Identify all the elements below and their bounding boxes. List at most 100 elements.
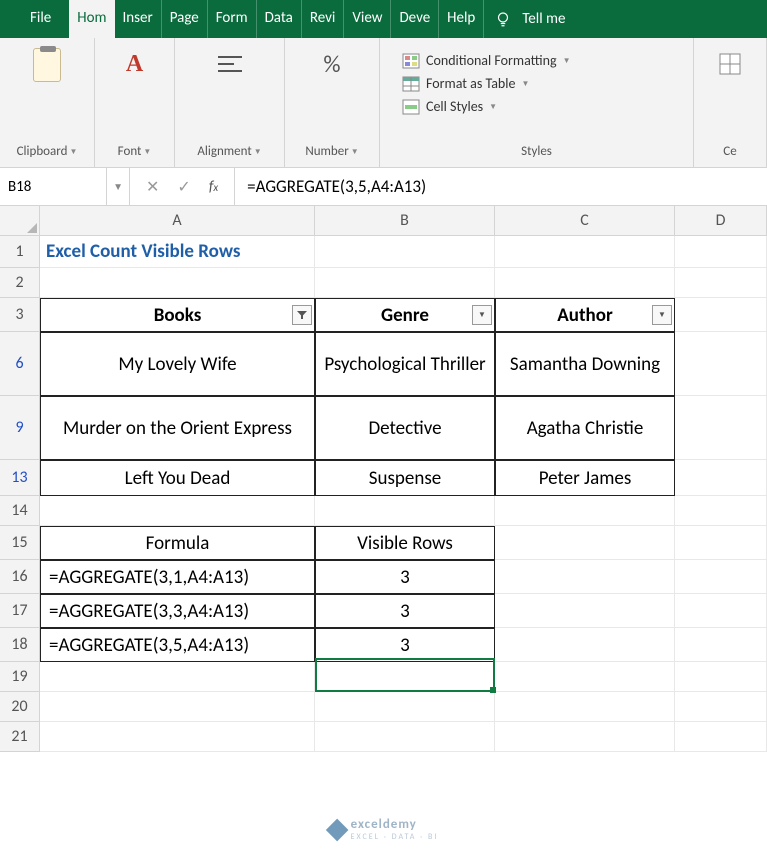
- cell[interactable]: [40, 268, 315, 298]
- chevron-down-icon[interactable]: ▼: [106, 168, 123, 205]
- column-header-a[interactable]: A: [40, 206, 315, 236]
- row-header[interactable]: 18: [0, 628, 40, 662]
- column-header-b[interactable]: B: [315, 206, 495, 236]
- row-header[interactable]: 19: [0, 662, 40, 692]
- cell-author[interactable]: Peter James: [495, 460, 675, 496]
- cell[interactable]: [495, 496, 675, 526]
- cell[interactable]: [315, 236, 495, 268]
- cell-styles-button[interactable]: Cell Styles▼: [398, 96, 675, 117]
- tell-me[interactable]: Tell me: [494, 0, 565, 38]
- cell[interactable]: [675, 560, 767, 594]
- tab-review[interactable]: Revi: [302, 0, 345, 38]
- cell-formula[interactable]: =AGGREGATE(3,1,A4:A13): [40, 560, 315, 594]
- cell[interactable]: [675, 662, 767, 692]
- formula-input[interactable]: =AGGREGATE(3,5,A4:A13): [235, 168, 767, 205]
- tab-insert[interactable]: Inser: [115, 0, 162, 38]
- cell-formula[interactable]: =AGGREGATE(3,3,A4:A13): [40, 594, 315, 628]
- tab-help[interactable]: Help: [439, 0, 484, 38]
- cancel-icon[interactable]: ✕: [146, 177, 159, 197]
- row-header[interactable]: 13: [0, 460, 40, 496]
- column-header-c[interactable]: C: [495, 206, 675, 236]
- cell-result[interactable]: 3: [315, 628, 495, 662]
- tab-data[interactable]: Data: [257, 0, 302, 38]
- row-header[interactable]: 15: [0, 526, 40, 560]
- row-header[interactable]: 1: [0, 236, 40, 268]
- cell-author[interactable]: Samantha Downing: [495, 332, 675, 396]
- tab-formulas[interactable]: Form: [208, 0, 257, 38]
- cell[interactable]: [40, 662, 315, 692]
- cell[interactable]: [315, 496, 495, 526]
- enter-icon[interactable]: ✓: [177, 177, 190, 197]
- row-header[interactable]: 21: [0, 722, 40, 752]
- conditional-formatting-button[interactable]: Conditional Formatting▼: [398, 50, 675, 71]
- cell[interactable]: [495, 594, 675, 628]
- fx-icon[interactable]: fx: [209, 178, 218, 196]
- name-box[interactable]: B18 ▼: [0, 168, 130, 205]
- cell-genre[interactable]: Psychological Thriller: [315, 332, 495, 396]
- cell[interactable]: [40, 722, 315, 752]
- number-icon[interactable]: %: [316, 48, 348, 80]
- cell[interactable]: [675, 496, 767, 526]
- font-icon[interactable]: A: [119, 48, 151, 80]
- cell[interactable]: [675, 396, 767, 460]
- cell-genre[interactable]: Detective: [315, 396, 495, 460]
- cell[interactable]: [675, 722, 767, 752]
- cell[interactable]: [675, 298, 767, 332]
- row-header[interactable]: 6: [0, 332, 40, 396]
- cell[interactable]: [495, 722, 675, 752]
- cell[interactable]: [675, 692, 767, 722]
- row-header[interactable]: 20: [0, 692, 40, 722]
- cell[interactable]: [315, 268, 495, 298]
- filter-button[interactable]: [472, 305, 492, 325]
- cell[interactable]: [315, 692, 495, 722]
- chevron-down-icon[interactable]: ▼: [254, 147, 262, 157]
- cell[interactable]: [495, 628, 675, 662]
- chevron-down-icon[interactable]: ▼: [351, 147, 359, 157]
- cell-result[interactable]: 3: [315, 594, 495, 628]
- cell[interactable]: [495, 526, 675, 560]
- cell[interactable]: [315, 722, 495, 752]
- row-header[interactable]: 14: [0, 496, 40, 526]
- row-header[interactable]: 9: [0, 396, 40, 460]
- tab-file[interactable]: File: [12, 0, 69, 38]
- cell-book[interactable]: Left You Dead: [40, 460, 315, 496]
- cell[interactable]: [495, 560, 675, 594]
- row-header[interactable]: 2: [0, 268, 40, 298]
- cell-book[interactable]: Murder on the Orient Express: [40, 396, 315, 460]
- cell[interactable]: [315, 662, 495, 692]
- column-header-d[interactable]: D: [675, 206, 767, 236]
- cell-result[interactable]: 3: [315, 560, 495, 594]
- cell[interactable]: [40, 692, 315, 722]
- paste-icon[interactable]: [33, 48, 61, 82]
- filter-button[interactable]: [652, 305, 672, 325]
- sheet-title[interactable]: Excel Count Visible Rows: [40, 236, 315, 268]
- cell[interactable]: [675, 628, 767, 662]
- formula-header[interactable]: Formula: [40, 526, 315, 560]
- cell[interactable]: [675, 526, 767, 560]
- select-all-button[interactable]: [0, 206, 40, 236]
- cells-icon[interactable]: [714, 48, 746, 80]
- row-header[interactable]: 16: [0, 560, 40, 594]
- table-header-books[interactable]: Books: [40, 298, 315, 332]
- chevron-down-icon[interactable]: ▼: [69, 147, 77, 157]
- cell[interactable]: [495, 662, 675, 692]
- cell-author[interactable]: Agatha Christie: [495, 396, 675, 460]
- table-header-author[interactable]: Author: [495, 298, 675, 332]
- table-header-genre[interactable]: Genre: [315, 298, 495, 332]
- tab-view[interactable]: View: [344, 0, 391, 38]
- tab-page-layout[interactable]: Page: [162, 0, 208, 38]
- cell[interactable]: [40, 496, 315, 526]
- cell[interactable]: [495, 268, 675, 298]
- cell[interactable]: [675, 460, 767, 496]
- cell-book[interactable]: My Lovely Wife: [40, 332, 315, 396]
- cell[interactable]: [495, 236, 675, 268]
- cell[interactable]: [675, 332, 767, 396]
- cell[interactable]: [495, 692, 675, 722]
- filter-button-active[interactable]: [292, 305, 312, 325]
- row-header[interactable]: 17: [0, 594, 40, 628]
- chevron-down-icon[interactable]: ▼: [143, 147, 151, 157]
- cell[interactable]: [675, 268, 767, 298]
- cell-formula[interactable]: =AGGREGATE(3,5,A4:A13): [40, 628, 315, 662]
- cell-genre[interactable]: Suspense: [315, 460, 495, 496]
- alignment-icon[interactable]: [214, 48, 246, 80]
